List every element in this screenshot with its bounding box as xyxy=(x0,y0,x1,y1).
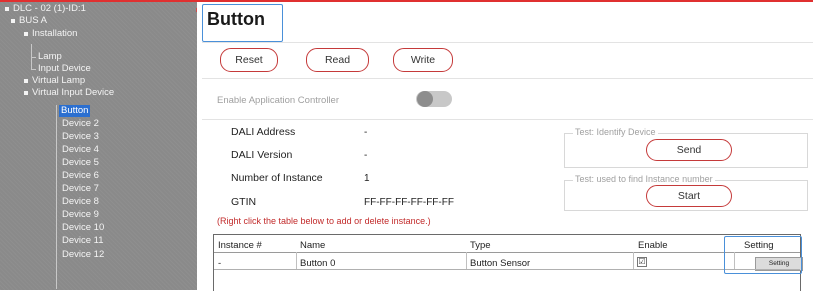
table-header-divider xyxy=(214,252,800,253)
tree-item-label: BUS A xyxy=(19,15,47,26)
tree-item-label: Installation xyxy=(32,28,78,39)
tree-item-label: Device 10 xyxy=(62,222,105,233)
tree-item-label: DLC - 02 (1)-ID:1 xyxy=(13,3,86,14)
tree-expand-icon xyxy=(24,32,28,36)
divider xyxy=(202,78,813,79)
instance-table[interactable]: Instance # Name Type Enable Setting - Bu… xyxy=(213,234,803,291)
tree-item-label: Device 8 xyxy=(62,196,99,207)
column-header-instance[interactable]: Instance # xyxy=(218,240,262,251)
tree-item-label: Button xyxy=(59,105,91,117)
identify-device-legend: Test: Identify Device xyxy=(573,127,658,137)
column-header-type[interactable]: Type xyxy=(470,240,491,251)
cell-name: Button 0 xyxy=(300,258,336,269)
column-divider xyxy=(466,252,467,270)
write-button[interactable]: Write xyxy=(393,48,453,72)
read-button[interactable]: Read xyxy=(306,48,369,72)
send-button[interactable]: Send xyxy=(646,139,732,161)
column-divider xyxy=(633,252,634,270)
app-controller-toggle[interactable] xyxy=(416,91,452,107)
gtin-label: GTIN xyxy=(231,196,257,208)
enable-app-controller-label: Enable Application Controller xyxy=(217,95,339,106)
tree-item-label: Device 6 xyxy=(62,170,99,181)
tree-item-label: Device 12 xyxy=(62,249,105,260)
tree-item-label: Device 3 xyxy=(62,131,99,142)
number-of-instance-label: Number of Instance xyxy=(231,172,323,184)
device-tree-sidebar[interactable]: DLC - 02 (1)-ID:1 BUS A Installation Lam… xyxy=(0,2,197,290)
tree-item-label: Device 4 xyxy=(62,144,99,155)
tree-connector xyxy=(31,69,36,70)
tree-connector xyxy=(31,57,36,58)
column-header-enable[interactable]: Enable xyxy=(638,240,668,251)
number-of-instance-value: 1 xyxy=(364,173,370,184)
tree-item-label: Virtual Input Device xyxy=(32,87,115,98)
tree-expand-icon xyxy=(5,7,9,11)
tree-item-label: Device 7 xyxy=(62,183,99,194)
tree-item-label: Lamp xyxy=(38,51,62,62)
tree-item-label: Device 11 xyxy=(62,235,104,246)
divider xyxy=(202,119,813,120)
tree-expand-icon xyxy=(11,19,15,23)
instance-number-legend: Test: used to find Instance number xyxy=(573,174,715,184)
main-panel: Button Reset Read Write Enable Applicati… xyxy=(197,2,813,291)
dali-address-label: DALI Address xyxy=(231,126,296,138)
dali-version-value: - xyxy=(364,150,368,161)
tree-item-label: Device 9 xyxy=(62,209,99,220)
gtin-value: FF-FF-FF-FF-FF-FF xyxy=(364,197,454,208)
tree-connector xyxy=(56,105,57,289)
tree-expand-icon xyxy=(24,91,28,95)
tree-item-label: Device 2 xyxy=(62,118,99,129)
cell-instance: - xyxy=(218,258,222,269)
reset-button[interactable]: Reset xyxy=(220,48,278,72)
table-hint-text: (Right click the table below to add or d… xyxy=(217,216,431,226)
dali-version-label: DALI Version xyxy=(231,149,293,161)
start-button[interactable]: Start xyxy=(646,185,732,207)
dali-address-value: - xyxy=(364,127,368,138)
tree-item-label: Virtual Lamp xyxy=(32,75,86,86)
page-title: Button xyxy=(207,9,265,29)
tree-item-label: Device 5 xyxy=(62,157,99,168)
column-header-name[interactable]: Name xyxy=(300,240,325,251)
table-row-divider xyxy=(214,269,800,270)
tree-expand-icon xyxy=(24,79,28,83)
divider xyxy=(202,42,813,43)
enable-checkbox[interactable]: ☑ xyxy=(637,257,647,267)
setting-highlight-box xyxy=(724,236,802,274)
tree-item-label: Input Device xyxy=(38,63,91,74)
column-divider xyxy=(296,252,297,270)
toggle-knob xyxy=(417,91,433,107)
cell-type: Button Sensor xyxy=(470,258,531,269)
